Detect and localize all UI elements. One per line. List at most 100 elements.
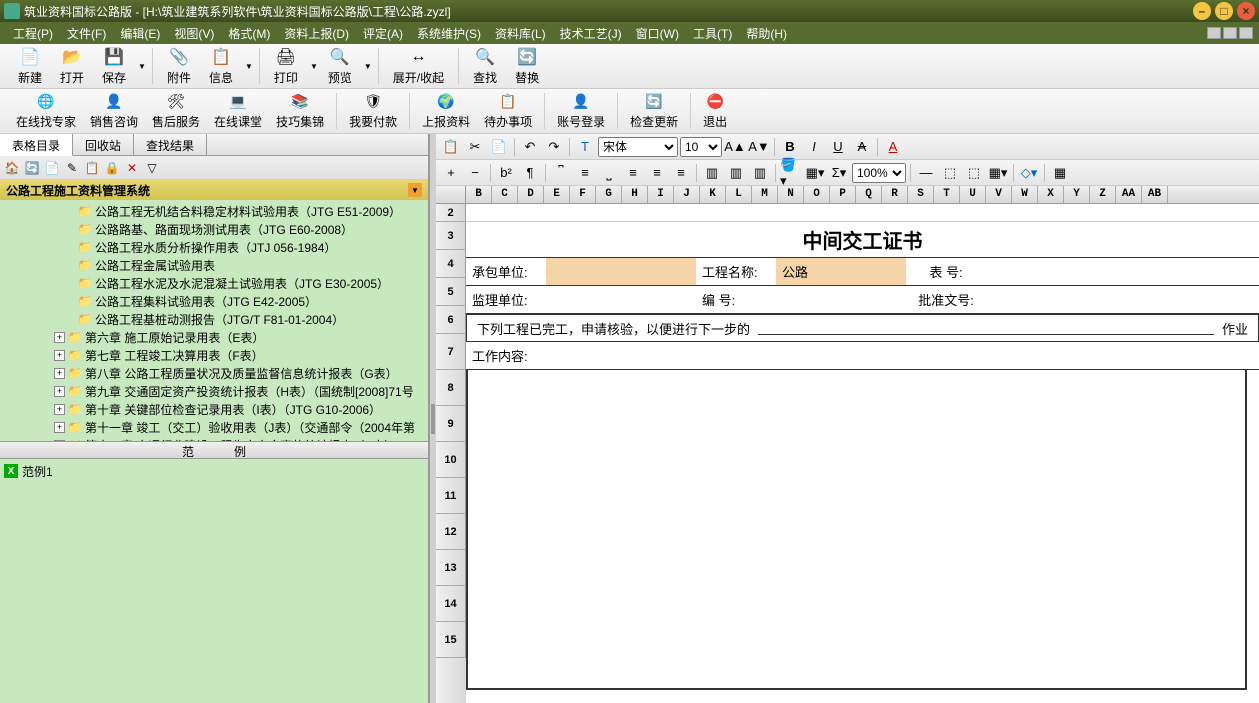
tree-expand-icon[interactable]: + [54,386,65,397]
row-header-2[interactable]: 2 [436,204,466,222]
menu-11[interactable]: 工具(T) [686,23,739,44]
menu-7[interactable]: 系统维护(S) [410,23,488,44]
menu-12[interactable]: 帮助(H) [739,23,794,44]
toolbar1-展开/收起[interactable]: ↔展开/收起 [385,45,452,88]
toolbar1-替换[interactable]: 🔄替换 [507,45,547,88]
col-header-E[interactable]: E [544,186,570,203]
align-top-icon[interactable]: ⎴ [550,163,572,183]
toolbar1-打印[interactable]: 🖨打印 [266,45,306,88]
maximize-button[interactable]: □ [1215,2,1233,20]
underline-icon[interactable]: U [827,137,849,157]
col-header-R[interactable]: R [882,186,908,203]
mdi-minimize-icon[interactable] [1207,27,1221,39]
font-grow-icon[interactable]: A▲ [724,137,746,157]
toolbar2-售后服务[interactable]: 🛠售后服务 [146,91,206,132]
col-header-Z[interactable]: Z [1090,186,1116,203]
copy-icon[interactable]: 📋 [440,137,462,157]
minus-icon[interactable]: − [464,163,486,183]
toolbar1-保存[interactable]: 💾保存 [94,45,134,88]
misc4-icon[interactable]: ▦▾ [987,163,1009,183]
menu-0[interactable]: 工程(P) [6,23,60,44]
tab-查找结果[interactable]: 查找结果 [134,134,207,155]
toolbar1-打开[interactable]: 📂打开 [52,45,92,88]
col-header-S[interactable]: S [908,186,934,203]
toolbar2-上报资料[interactable]: 🌍上报资料 [416,91,476,132]
tree-node-3[interactable]: 📁公路工程金属试验用表 [0,256,428,274]
align-center-icon[interactable]: ≡ [646,163,668,183]
align-right-icon[interactable]: ≡ [670,163,692,183]
bold-icon[interactable]: B [779,137,801,157]
tree-node-5[interactable]: 📁公路工程集料试验用表（JTG E42-2005） [0,292,428,310]
menu-3[interactable]: 视图(V) [167,23,221,44]
tree-node-4[interactable]: 📁公路工程水泥及水泥混凝土试验用表（JTG E30-2005） [0,274,428,292]
font-size-select[interactable]: 10 [680,137,722,157]
col-header-Y[interactable]: Y [1064,186,1090,203]
example-item[interactable]: X 范例1 [4,463,424,480]
row-header-8[interactable]: 8 [436,370,466,406]
wrap-icon[interactable]: ¶ [519,163,541,183]
dropdown-arrow-icon[interactable]: ▼ [364,62,372,71]
col-header-O[interactable]: O [804,186,830,203]
dropdown-arrow-icon[interactable]: ▼ [138,62,146,71]
row-header-15[interactable]: 15 [436,622,466,658]
col-header-U[interactable]: U [960,186,986,203]
form-value[interactable] [546,258,696,285]
barcode2-icon[interactable]: ▥ [725,163,747,183]
menu-5[interactable]: 资料上报(D) [277,23,356,44]
tree-node-1[interactable]: 📁公路路基、路面现场测试用表（JTG E60-2008） [0,220,428,238]
toolbar2-我要付款[interactable]: 🛡我要付款 [343,91,403,132]
menu-2[interactable]: 编辑(E) [113,23,167,44]
col-header-AB[interactable]: AB [1142,186,1168,203]
mdi-close-icon[interactable] [1239,27,1253,39]
toolbar2-在线课堂[interactable]: 💻在线课堂 [208,91,268,132]
col-header-B[interactable]: B [466,186,492,203]
row-header-10[interactable]: 10 [436,442,466,478]
toolbar2-检查更新[interactable]: 🔄检查更新 [624,91,684,132]
toolbar2-销售咨询[interactable]: 👤销售咨询 [84,91,144,132]
toolbar2-待办事项[interactable]: 📋待办事项 [478,91,538,132]
col-header-H[interactable]: H [622,186,648,203]
tree-delete-icon[interactable]: ✕ [124,160,140,176]
tree-expand-icon[interactable]: + [54,404,65,415]
misc5-icon[interactable]: ▦ [1049,163,1071,183]
row-header-11[interactable]: 11 [436,478,466,514]
toolbar1-新建[interactable]: 📄新建 [10,45,50,88]
border-icon[interactable]: ▦▾ [804,163,826,183]
col-header-C[interactable]: C [492,186,518,203]
tree-node-8[interactable]: +📁第七章 工程竣工决算用表（F表） [0,346,428,364]
tree-node-12[interactable]: +📁第十一章 竣工（交工）验收用表（J表）（交通部令（2004年第 [0,418,428,436]
tree-node-9[interactable]: +📁第八章 公路工程质量状况及质量监督信息统计报表（G表） [0,364,428,382]
row-header-14[interactable]: 14 [436,586,466,622]
toolbar1-附件[interactable]: 📎附件 [159,45,199,88]
select-all-corner[interactable] [436,186,466,203]
col-header-AA[interactable]: AA [1116,186,1142,203]
col-header-W[interactable]: W [1012,186,1038,203]
font-name-select[interactable]: 宋体 [598,137,678,157]
align-middle-icon[interactable]: ≡ [574,163,596,183]
form-value[interactable] [776,286,906,313]
zoom-select[interactable]: 100% [852,163,906,183]
redo-icon[interactable]: ↷ [543,137,565,157]
row-header-12[interactable]: 12 [436,514,466,550]
barcode3-icon[interactable]: ▥ [749,163,771,183]
font-t-icon[interactable]: T [574,137,596,157]
toolbar1-信息[interactable]: 📋信息 [201,45,241,88]
close-button[interactable]: × [1237,2,1255,20]
col-header-L[interactable]: L [726,186,752,203]
undo-icon[interactable]: ↶ [519,137,541,157]
tree-node-6[interactable]: 📁公路工程基桩动测报告（JTG/T F81-01-2004） [0,310,428,328]
col-header-I[interactable]: I [648,186,674,203]
form-value[interactable]: 公路 [776,258,906,285]
tree-copy-icon[interactable]: 📋 [84,160,100,176]
description-blank[interactable] [758,321,1214,335]
misc3-icon[interactable]: ⬚ [963,163,985,183]
col-header-G[interactable]: G [596,186,622,203]
tree-collapse-button[interactable]: ▼ [408,183,422,197]
tree-node-10[interactable]: +📁第九章 交通固定资产投资统计报表（H表）（国统制[2008]71号 [0,382,428,400]
col-header-F[interactable]: F [570,186,596,203]
tree-lock-icon[interactable]: 🔒 [104,160,120,176]
row-header-5[interactable]: 5 [436,278,466,306]
tree-expand-icon[interactable]: + [54,350,65,361]
cut-icon[interactable]: ✂ [464,137,486,157]
align-left-icon[interactable]: ≡ [622,163,644,183]
